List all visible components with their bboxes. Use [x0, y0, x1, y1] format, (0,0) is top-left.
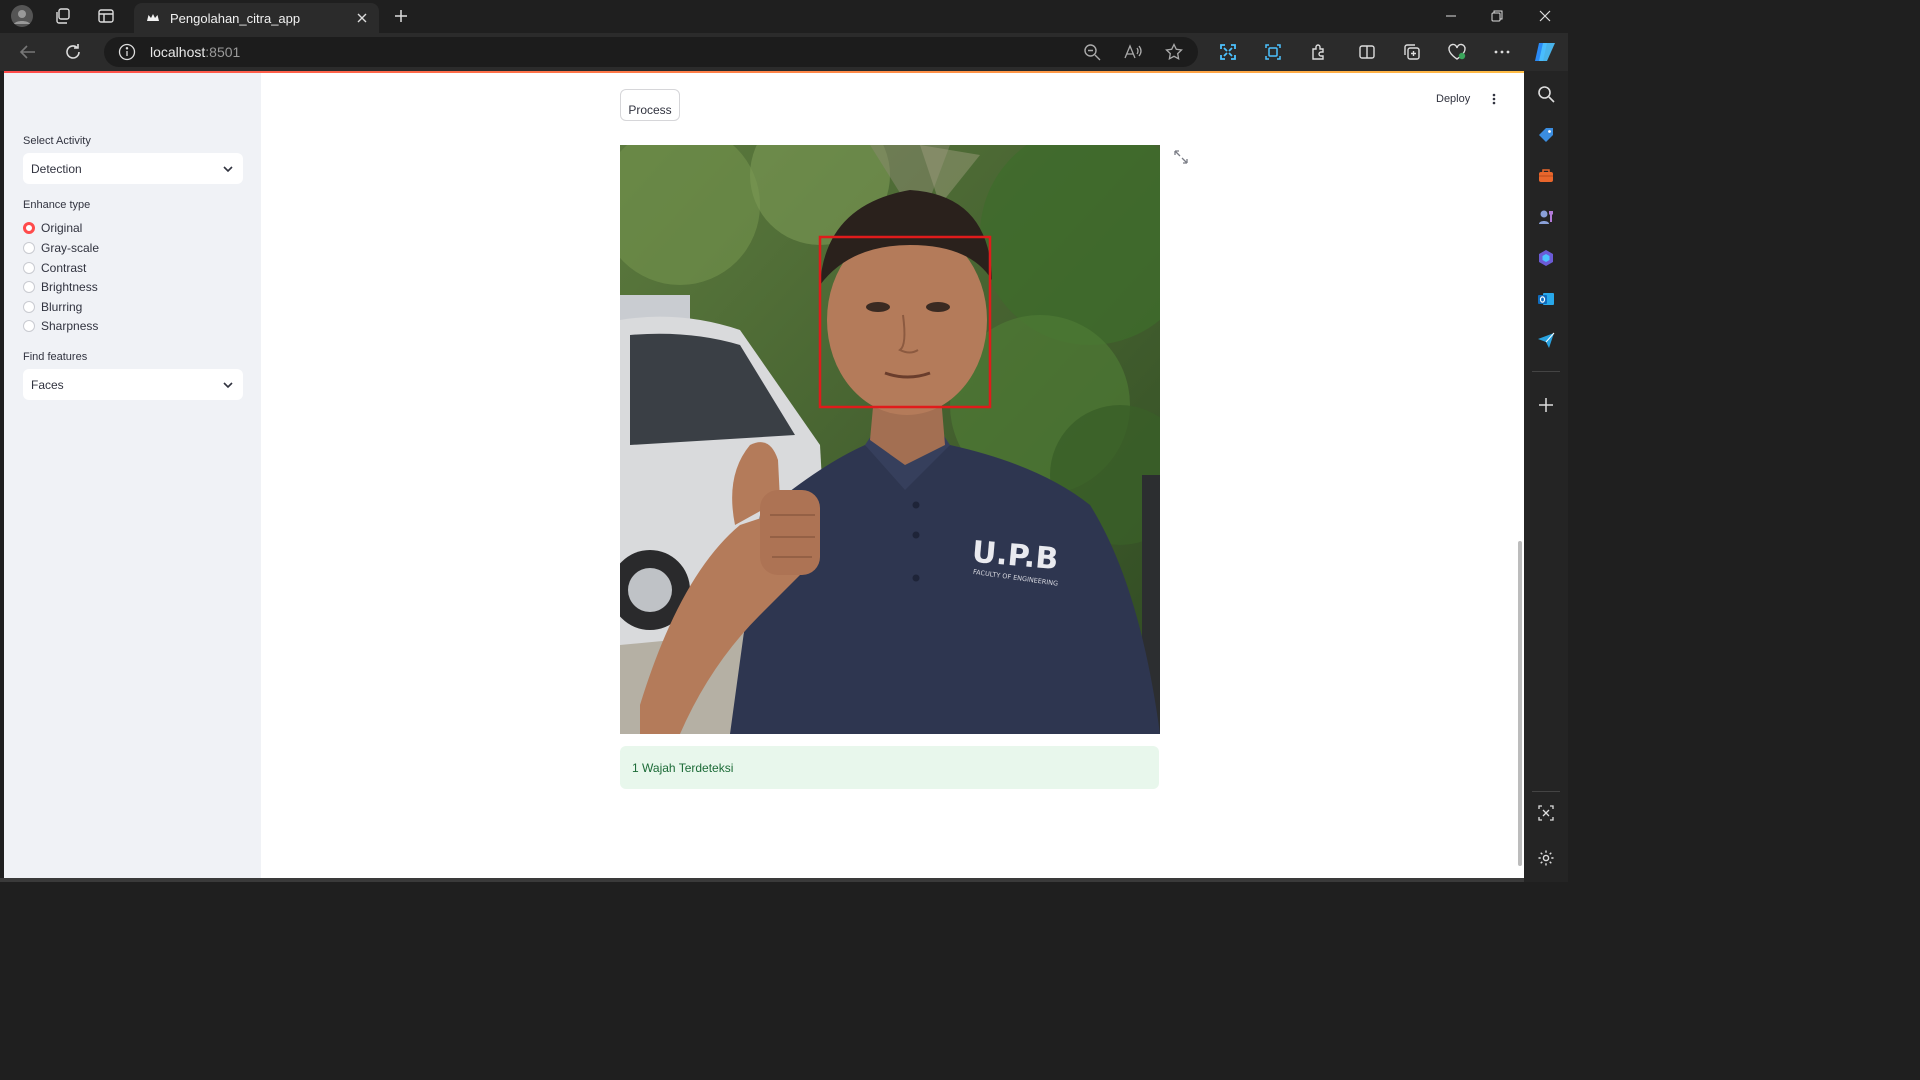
workspaces-icon[interactable]	[50, 4, 76, 28]
enhance-type-label: Enhance type	[23, 199, 91, 211]
radio-checked-icon	[23, 222, 35, 234]
more-options-icon[interactable]	[1490, 40, 1514, 64]
streamlit-crown-icon	[146, 11, 160, 25]
select-activity-label: Select Activity	[23, 135, 91, 147]
radio-label: Brightness	[41, 280, 98, 294]
app-sidebar: Select Activity Detection Enhance type O…	[4, 73, 261, 878]
process-button[interactable]: Process	[620, 89, 680, 121]
edge-sidebar	[1524, 71, 1568, 882]
radio-label: Contrast	[41, 261, 87, 275]
new-tab-icon[interactable]	[389, 5, 413, 27]
profile-avatar-icon[interactable]	[9, 4, 35, 28]
radio-contrast[interactable]: Contrast	[23, 261, 86, 275]
send-plane-icon[interactable]	[1535, 329, 1557, 351]
main-content: Deploy Process U.P.B FACULTY OF ENGINEER…	[261, 73, 1524, 878]
radio-label: Gray-scale	[41, 241, 100, 255]
url-text: localhost:8501	[150, 44, 240, 60]
read-aloud-icon[interactable]	[1122, 41, 1144, 63]
browser-title-bar: Pengolahan_citra_app	[0, 0, 1568, 33]
find-features-value: Faces	[31, 377, 64, 392]
zoom-out-icon[interactable]	[1081, 41, 1103, 63]
outlook-icon[interactable]	[1535, 288, 1557, 310]
shopping-tag-icon[interactable]	[1535, 124, 1557, 146]
close-window-icon[interactable]	[1522, 4, 1568, 28]
radio-gray-scale[interactable]: Gray-scale	[23, 241, 99, 255]
tab-title: Pengolahan_citra_app	[170, 10, 301, 26]
radio-brightness[interactable]: Brightness	[23, 280, 98, 294]
add-plus-icon[interactable]	[1535, 394, 1557, 416]
collections-icon[interactable]	[1400, 40, 1424, 64]
extensions-icon[interactable]	[1306, 40, 1330, 64]
refresh-icon[interactable]	[60, 40, 86, 64]
radio-sharpness[interactable]: Sharpness	[23, 319, 98, 333]
radio-unchecked-icon	[23, 281, 35, 293]
url-host: localhost	[150, 44, 206, 60]
search-icon[interactable]	[1535, 83, 1557, 105]
select-activity-dropdown[interactable]: Detection	[23, 153, 243, 184]
restore-icon[interactable]	[1474, 4, 1520, 28]
detection-result-alert: 1 Wajah Terdeteksi	[620, 746, 1159, 789]
radio-label: Blurring	[41, 300, 83, 314]
chevron-down-icon	[223, 165, 233, 173]
close-tab-icon[interactable]	[351, 7, 373, 29]
minimize-icon[interactable]	[1428, 4, 1474, 28]
app-viewport: Select Activity Detection Enhance type O…	[4, 71, 1524, 878]
copilot-sidebar-icon[interactable]	[1535, 247, 1557, 269]
sidebar-divider-bottom	[1532, 791, 1560, 792]
radio-blurring[interactable]: Blurring	[23, 300, 82, 314]
screen-capture-icon[interactable]	[1261, 40, 1285, 64]
detected-face-image: U.P.B FACULTY OF ENGINEERING	[620, 145, 1160, 734]
favorite-star-icon[interactable]	[1163, 41, 1185, 63]
tools-briefcase-icon[interactable]	[1535, 165, 1557, 187]
radio-unchecked-icon	[23, 320, 35, 332]
browser-toolbar: localhost:8501	[0, 33, 1568, 71]
radio-unchecked-icon	[23, 242, 35, 254]
radio-label: Original	[41, 221, 83, 235]
split-screen-icon[interactable]	[1355, 40, 1379, 64]
radio-original[interactable]: Original	[23, 221, 82, 235]
select-activity-value: Detection	[31, 161, 82, 176]
radio-unchecked-icon	[23, 262, 35, 274]
fullscreen-capture-icon[interactable]	[1216, 40, 1240, 64]
tab-actions-icon[interactable]	[93, 4, 119, 28]
find-features-label: Find features	[23, 351, 88, 363]
back-arrow-icon[interactable]	[15, 40, 41, 64]
find-features-dropdown[interactable]: Faces	[23, 369, 243, 400]
address-bar[interactable]: localhost:8501	[104, 37, 1198, 67]
site-info-icon[interactable]	[118, 43, 136, 61]
games-chess-icon[interactable]	[1535, 206, 1557, 228]
settings-gear-icon[interactable]	[1535, 847, 1557, 869]
radio-unchecked-icon	[23, 301, 35, 313]
page-scrollbar[interactable]	[1518, 541, 1522, 866]
active-tab[interactable]: Pengolahan_citra_app	[134, 3, 379, 33]
sidebar-divider	[1532, 371, 1560, 372]
copilot-icon[interactable]	[1533, 40, 1557, 64]
window-bottom-edge	[0, 878, 1524, 882]
chevron-down-icon	[223, 381, 233, 389]
url-port: :8501	[205, 44, 241, 60]
main-menu-icon[interactable]	[1488, 91, 1500, 107]
deploy-button[interactable]: Deploy	[1436, 93, 1470, 105]
screenshot-icon[interactable]	[1535, 802, 1557, 824]
browser-essentials-icon[interactable]	[1445, 40, 1469, 64]
radio-label: Sharpness	[41, 319, 99, 333]
fullscreen-expand-icon[interactable]	[1173, 149, 1189, 165]
